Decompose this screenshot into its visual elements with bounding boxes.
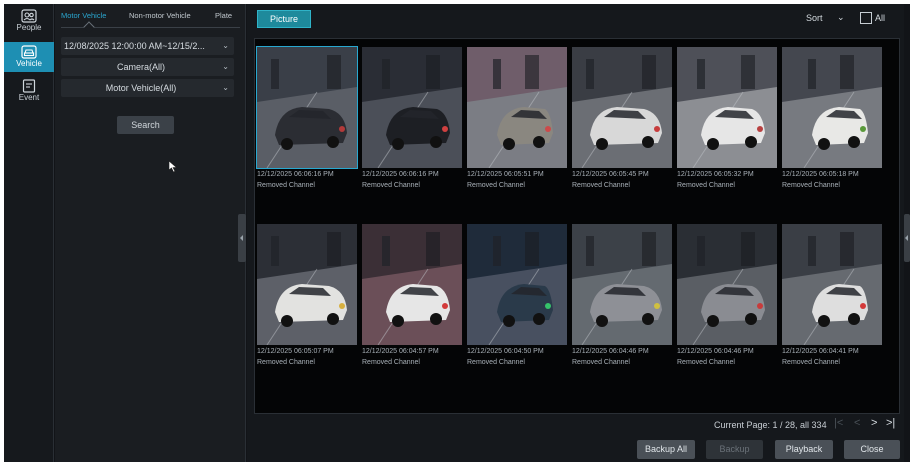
vehicle-search-window: People Vehicle Event Motor Vehicle Non-m… — [4, 4, 910, 462]
snapshot-timestamp: 12/12/2025 06:04:46 PM — [572, 348, 649, 355]
vehicle-snapshot-image[interactable] — [782, 224, 882, 345]
filter-panel: Motor Vehicle Non-motor Vehicle Plate 12… — [55, 4, 246, 462]
time-range-value: 12/08/2025 12:00:00 AM~12/15/2... — [64, 41, 205, 51]
vehicle-snapshot-image[interactable] — [572, 47, 672, 168]
rail-item-people[interactable]: People — [4, 6, 54, 36]
snapshot-channel: Removed Channel — [362, 182, 420, 189]
snapshot-timestamp: 12/12/2025 06:04:50 PM — [467, 348, 544, 355]
snapshot-channel: Removed Channel — [782, 182, 840, 189]
playback-button[interactable]: Playback — [775, 440, 833, 459]
snapshot-timestamp: 12/12/2025 06:04:46 PM — [677, 348, 754, 355]
snapshot-channel: Removed Channel — [572, 182, 630, 189]
snapshot-channel: Removed Channel — [257, 359, 315, 366]
mouse-cursor-icon — [169, 161, 178, 173]
pagination-text: Current Page: 1 / 28, all 334 — [714, 420, 827, 430]
vehicle-type-value: Motor Vehicle(All) — [105, 83, 177, 93]
active-tab-indicator — [83, 21, 95, 33]
snapshot-timestamp: 12/12/2025 06:06:16 PM — [362, 171, 439, 178]
vehicle-icon — [21, 45, 37, 59]
close-button[interactable]: Close — [844, 440, 900, 459]
first-page-icon[interactable]: |< — [834, 417, 843, 429]
rail-item-vehicle[interactable]: Vehicle — [4, 42, 54, 72]
tab-motor-vehicle[interactable]: Motor Vehicle — [61, 11, 106, 20]
vehicle-snapshot-image[interactable] — [572, 224, 672, 345]
vehicle-snapshot-image[interactable] — [677, 224, 777, 345]
vehicle-snapshot-image[interactable] — [362, 47, 462, 168]
vehicle-type-tabs: Motor Vehicle Non-motor Vehicle Plate — [55, 4, 246, 33]
rail-label-vehicle: Vehicle — [16, 59, 42, 68]
search-button[interactable]: Search — [117, 116, 174, 134]
camera-select[interactable]: Camera(All) ⌄ — [61, 58, 234, 76]
snapshot-channel: Removed Channel — [257, 182, 315, 189]
vehicle-snapshot-image[interactable] — [257, 224, 357, 345]
vehicle-snapshot-image[interactable] — [677, 47, 777, 168]
snapshot-timestamp: 12/12/2025 06:04:41 PM — [782, 348, 859, 355]
rail-item-event[interactable]: Event — [4, 76, 54, 106]
sort-label[interactable]: Sort — [806, 13, 823, 23]
rail-label-event: Event — [18, 93, 40, 102]
vehicle-type-select[interactable]: Motor Vehicle(All) ⌄ — [61, 79, 234, 97]
chevron-down-icon: ⌄ — [222, 83, 229, 92]
vehicle-snapshot-image[interactable] — [256, 46, 358, 169]
snapshot-grid: 12/12/2025 06:06:16 PM Removed Channel 12/… — [254, 38, 900, 414]
collapse-filter-handle[interactable] — [238, 214, 246, 262]
snapshot-timestamp: 12/12/2025 06:05:45 PM — [572, 171, 649, 178]
snapshot-channel: Removed Channel — [677, 359, 735, 366]
snapshot-timestamp: 12/12/2025 06:05:32 PM — [677, 171, 754, 178]
camera-value: Camera(All) — [116, 62, 165, 72]
snapshot-channel: Removed Channel — [677, 182, 735, 189]
sort-chevron-down-icon[interactable]: ⌄ — [837, 12, 845, 23]
vehicle-snapshot-image[interactable] — [362, 224, 462, 345]
snapshot-timestamp: 12/12/2025 06:04:57 PM — [362, 348, 439, 355]
picture-view-button[interactable]: Picture — [257, 10, 311, 28]
tab-plate[interactable]: Plate — [215, 11, 232, 20]
next-page-icon[interactable]: > — [871, 417, 877, 429]
backup-button[interactable]: Backup — [706, 440, 763, 459]
tab-non-motor-vehicle[interactable]: Non-motor Vehicle — [129, 11, 191, 20]
chevron-down-icon: ⌄ — [222, 41, 229, 50]
snapshot-timestamp: 12/12/2025 06:05:51 PM — [467, 171, 544, 178]
snapshot-channel: Removed Channel — [782, 359, 840, 366]
event-icon — [22, 79, 36, 93]
select-all-label: All — [875, 13, 886, 23]
prev-page-icon[interactable]: < — [854, 417, 860, 429]
results-panel: Picture Sort ⌄ All 12/12/2025 06:06:16 P… — [247, 4, 904, 462]
select-all-checkbox[interactable] — [860, 12, 872, 24]
backup-all-button[interactable]: Backup All — [637, 440, 695, 459]
category-rail: People Vehicle Event — [4, 4, 54, 462]
vehicle-snapshot-image[interactable] — [782, 47, 882, 168]
snapshot-channel: Removed Channel — [572, 359, 630, 366]
snapshot-channel: Removed Channel — [362, 359, 420, 366]
snapshot-timestamp: 12/12/2025 06:06:16 PM — [257, 171, 334, 178]
snapshot-timestamp: 12/12/2025 06:05:18 PM — [782, 171, 859, 178]
collapse-side-handle[interactable] — [904, 214, 910, 262]
rail-label-people: People — [16, 23, 42, 32]
last-page-icon[interactable]: >| — [886, 417, 895, 429]
people-icon — [21, 9, 37, 23]
vehicle-snapshot-image[interactable] — [467, 224, 567, 345]
vehicle-snapshot-image[interactable] — [467, 47, 567, 168]
snapshot-channel: Removed Channel — [467, 182, 525, 189]
snapshot-timestamp: 12/12/2025 06:05:07 PM — [257, 348, 334, 355]
time-range-select[interactable]: 12/08/2025 12:00:00 AM~12/15/2... ⌄ — [61, 37, 234, 55]
chevron-down-icon: ⌄ — [222, 62, 229, 71]
snapshot-channel: Removed Channel — [467, 359, 525, 366]
